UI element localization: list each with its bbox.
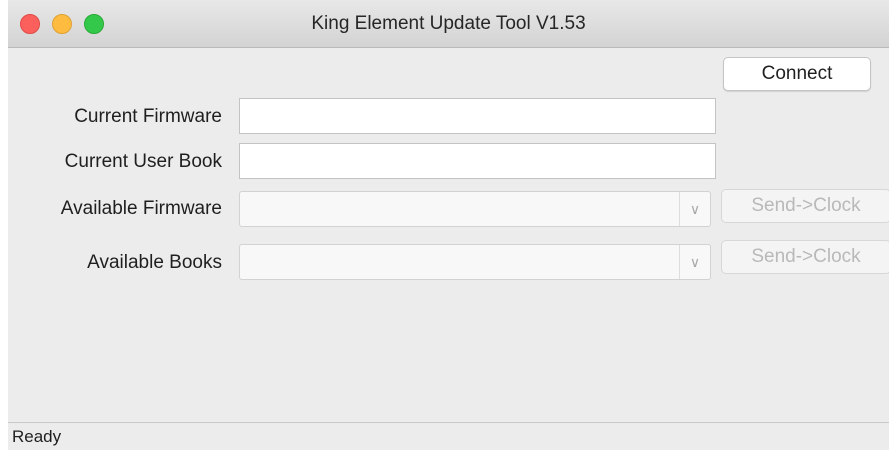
available-books-label: Available Books bbox=[87, 252, 222, 273]
available-books-select[interactable]: ∨ bbox=[239, 244, 711, 280]
app-window: King Element Update Tool V1.53 Connect C… bbox=[8, 0, 889, 450]
status-text: Ready bbox=[12, 427, 62, 446]
available-firmware-select[interactable]: ∨ bbox=[239, 191, 711, 227]
chevron-down-icon: ∨ bbox=[689, 254, 701, 270]
status-bar: Ready bbox=[8, 422, 889, 450]
combo-separator bbox=[679, 245, 680, 279]
window-title: King Element Update Tool V1.53 bbox=[311, 13, 586, 34]
current-user-book-label: Current User Book bbox=[64, 151, 222, 172]
current-firmware-label: Current Firmware bbox=[74, 106, 222, 127]
available-firmware-label: Available Firmware bbox=[60, 198, 222, 219]
send-firmware-to-clock-button[interactable]: Send->Clock bbox=[721, 189, 889, 223]
chevron-down-icon: ∨ bbox=[689, 201, 701, 217]
send-book-to-clock-button[interactable]: Send->Clock bbox=[721, 240, 889, 274]
connect-button[interactable]: Connect bbox=[723, 57, 871, 91]
current-user-book-field[interactable] bbox=[239, 143, 716, 179]
current-firmware-field[interactable] bbox=[239, 98, 716, 134]
combo-separator bbox=[679, 192, 680, 226]
title-bar[interactable]: King Element Update Tool V1.53 bbox=[8, 0, 889, 48]
